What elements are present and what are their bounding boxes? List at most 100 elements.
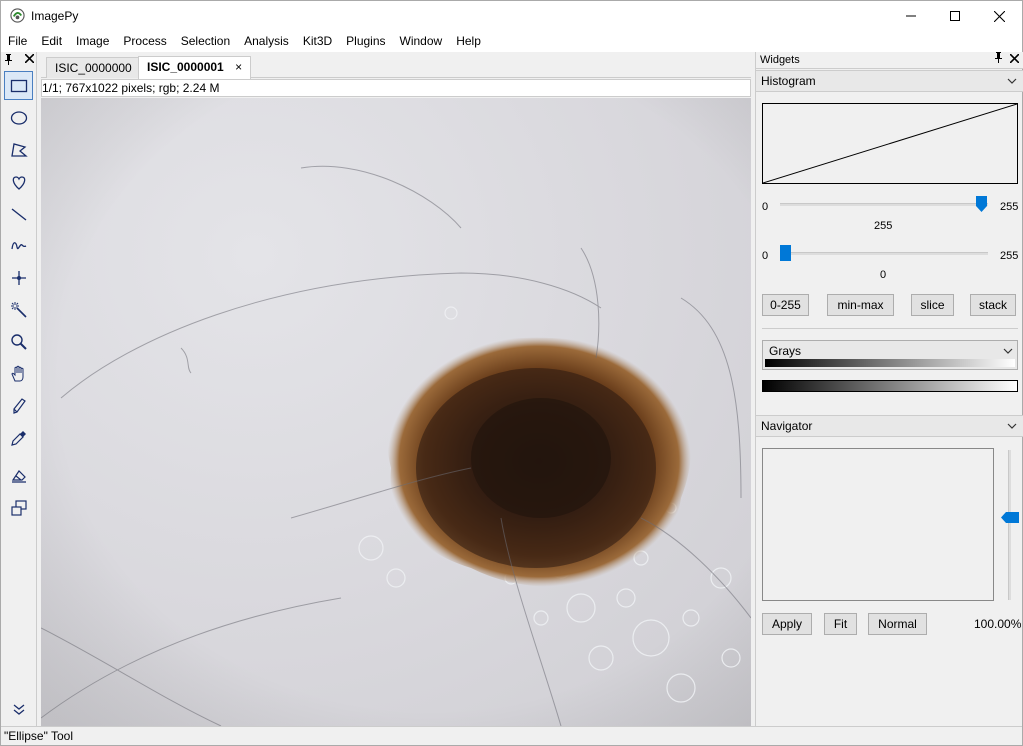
minimize-button[interactable] bbox=[888, 1, 933, 31]
low-slider-min: 0 bbox=[762, 250, 769, 262]
menu-process[interactable]: Process bbox=[116, 31, 173, 52]
histogram-curve bbox=[762, 103, 1018, 184]
stack-button[interactable]: stack bbox=[970, 294, 1016, 316]
high-slider-thumb[interactable] bbox=[976, 196, 987, 212]
low-slider-track[interactable] bbox=[780, 252, 988, 255]
menu-window[interactable]: Window bbox=[393, 31, 450, 52]
app-window: ImagePy File Edit Image Process Selectio… bbox=[0, 0, 1023, 746]
high-slider-track[interactable] bbox=[780, 203, 988, 206]
menu-analysis[interactable]: Analysis bbox=[237, 31, 296, 52]
tool-rectangle[interactable] bbox=[4, 71, 33, 100]
copy-shapes-icon bbox=[10, 499, 27, 516]
hand-pan-icon bbox=[10, 365, 23, 381]
pin-icon[interactable] bbox=[994, 52, 1003, 63]
tool-ellipse[interactable] bbox=[4, 103, 33, 132]
toolbar-header bbox=[4, 54, 34, 68]
tool-line[interactable] bbox=[4, 199, 33, 228]
tab-label: ISIC_0000000 bbox=[55, 61, 132, 75]
low-slider-thumb[interactable] bbox=[780, 245, 791, 261]
tab-label: ISIC_0000001 bbox=[147, 60, 224, 74]
menu-edit[interactable]: Edit bbox=[34, 31, 69, 52]
tool-pencil[interactable] bbox=[4, 391, 33, 420]
menu-selection[interactable]: Selection bbox=[174, 31, 237, 52]
zoom-slider-thumb[interactable] bbox=[1001, 512, 1019, 523]
maximize-button[interactable] bbox=[932, 1, 977, 31]
tool-magic-wand[interactable] bbox=[4, 295, 33, 324]
double-chevron-down-icon bbox=[13, 703, 24, 715]
chevron-down-icon bbox=[1003, 348, 1013, 354]
zoom-slider-track[interactable] bbox=[1008, 450, 1011, 600]
point-icon bbox=[11, 270, 26, 285]
image-info-bar: 1/1; 767x1022 pixels; rgb; 2.24 M bbox=[41, 79, 751, 97]
color-picker-icon bbox=[10, 430, 26, 446]
tab-close-icon[interactable]: × bbox=[235, 60, 242, 74]
close-button[interactable] bbox=[977, 1, 1022, 31]
lut-selected-value: Grays bbox=[769, 344, 802, 358]
high-slider-value: 255 bbox=[874, 220, 893, 232]
lut-select[interactable]: Grays bbox=[762, 340, 1018, 370]
line-icon bbox=[11, 207, 26, 221]
freeline-icon bbox=[10, 241, 26, 249]
freehand-select-icon bbox=[12, 175, 25, 190]
dermoscopy-image bbox=[41, 98, 751, 726]
tool-color-picker[interactable] bbox=[4, 423, 33, 452]
high-slider-min: 0 bbox=[762, 201, 769, 213]
zoom-level: 100.00% bbox=[974, 617, 1022, 631]
eraser-icon bbox=[11, 469, 26, 483]
navigator-preview[interactable] bbox=[762, 448, 994, 601]
window-title: ImagePy bbox=[31, 9, 79, 23]
chevron-down-icon bbox=[1007, 78, 1017, 84]
tool-freehand[interactable] bbox=[4, 167, 33, 196]
menu-kit3d[interactable]: Kit3D bbox=[296, 31, 339, 52]
tool-bar bbox=[1, 52, 37, 726]
widgets-header: Widgets bbox=[756, 52, 1023, 69]
rectangle-select-icon bbox=[10, 79, 27, 92]
imagepy-logo-icon bbox=[10, 8, 25, 23]
navigator-title: Navigator bbox=[761, 419, 813, 433]
tool-copy-shapes[interactable] bbox=[4, 493, 33, 522]
menu-file[interactable]: File bbox=[1, 31, 34, 52]
menu-plugins[interactable]: Plugins bbox=[339, 31, 392, 52]
widgets-title: Widgets bbox=[760, 54, 800, 66]
normal-button[interactable]: Normal bbox=[868, 613, 927, 635]
min-max-button[interactable]: min-max bbox=[827, 294, 894, 316]
tool-zoom[interactable] bbox=[4, 327, 33, 356]
lut-preview-ramp bbox=[765, 359, 1015, 367]
tool-hand[interactable] bbox=[4, 359, 33, 388]
maximize-icon bbox=[949, 11, 960, 21]
toolbar-more-button[interactable] bbox=[4, 694, 33, 723]
range-0-255-button[interactable]: 0-255 bbox=[762, 294, 809, 316]
tab-isic-0000000[interactable]: ISIC_0000000 bbox=[46, 57, 141, 78]
menu-bar: File Edit Image Process Selection Analys… bbox=[1, 31, 1022, 52]
slice-button[interactable]: slice bbox=[911, 294, 954, 316]
title-bar: ImagePy bbox=[1, 1, 1022, 31]
close-icon bbox=[994, 10, 1005, 22]
apply-button[interactable]: Apply bbox=[762, 613, 812, 635]
tool-polygon[interactable] bbox=[4, 135, 33, 164]
ellipse-select-icon bbox=[10, 110, 27, 125]
pencil-icon bbox=[12, 397, 26, 414]
tab-isic-0000001[interactable]: ISIC_0000001 × bbox=[138, 56, 252, 79]
menu-image[interactable]: Image bbox=[69, 31, 116, 52]
tool-point[interactable] bbox=[4, 263, 33, 292]
lut-range-bar[interactable] bbox=[762, 380, 1018, 392]
tool-eraser[interactable] bbox=[4, 461, 33, 490]
magic-wand-icon bbox=[10, 301, 27, 318]
navigator-section-header[interactable]: Navigator bbox=[756, 415, 1023, 437]
pin-icon[interactable] bbox=[4, 54, 13, 65]
status-bar: "Ellipse" Tool bbox=[1, 726, 1022, 745]
histogram-section-header[interactable]: Histogram bbox=[756, 70, 1023, 92]
polygon-select-icon bbox=[10, 142, 28, 157]
close-icon[interactable] bbox=[1009, 53, 1020, 64]
divider bbox=[762, 328, 1018, 329]
fit-button[interactable]: Fit bbox=[824, 613, 857, 635]
document-tabs: ISIC_0000000 ISIC_0000001 × bbox=[41, 53, 751, 79]
status-text: "Ellipse" Tool bbox=[4, 729, 73, 743]
menu-help[interactable]: Help bbox=[449, 31, 488, 52]
minimize-icon bbox=[905, 15, 916, 17]
chevron-down-icon bbox=[1007, 423, 1017, 429]
close-icon[interactable] bbox=[25, 54, 34, 63]
zoom-icon bbox=[10, 333, 27, 350]
tool-freeline[interactable] bbox=[4, 231, 33, 260]
image-canvas[interactable] bbox=[41, 98, 751, 726]
